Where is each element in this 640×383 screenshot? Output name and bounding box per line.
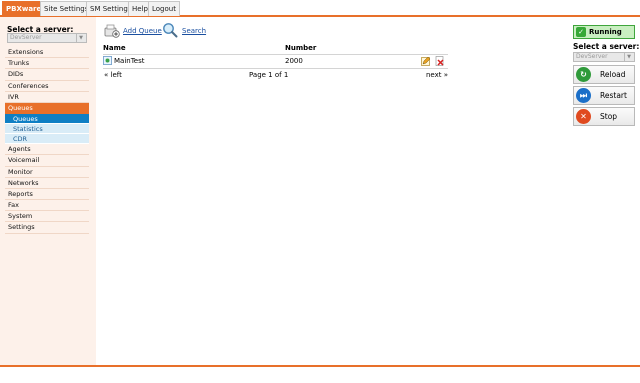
pager-page-info: Page 1 of 1 [249, 71, 289, 79]
server-control-panel: ✓ Running Select a server: DevServer ▼ ↻… [565, 17, 640, 365]
add-queue-icon[interactable] [104, 23, 120, 39]
tab-logout[interactable]: Logout [148, 1, 180, 16]
sidebar-item-system[interactable]: System [5, 211, 89, 223]
search-link[interactable]: Search [182, 27, 206, 35]
sidebar-subitem-statistics[interactable]: Statistics [5, 124, 89, 135]
check-icon: ✓ [576, 27, 586, 37]
queue-name[interactable]: MainTest [114, 57, 145, 65]
search-icon[interactable] [162, 22, 178, 38]
table-divider [103, 68, 448, 69]
sidebar-item-trunks[interactable]: Trunks [5, 58, 89, 70]
column-header-number[interactable]: Number [285, 44, 316, 52]
footer-bar [0, 365, 640, 383]
sidebar-subitem-queues[interactable]: Queues [5, 114, 89, 125]
pager-prev-link[interactable]: « left [104, 71, 122, 79]
main-content: Add Queue Search Name Number MainTest 20… [96, 17, 565, 365]
server-select[interactable]: DevServer ▼ [573, 52, 635, 62]
edit-icon[interactable] [421, 56, 431, 66]
reload-button[interactable]: ↻ Reload [573, 65, 635, 84]
reload-label: Reload [600, 70, 626, 79]
table-divider [103, 54, 448, 55]
server-select-value: DevServer [576, 53, 608, 60]
reload-icon: ↻ [576, 67, 591, 82]
sidebar-item-fax[interactable]: Fax [5, 200, 89, 212]
sidebar-item-monitor[interactable]: Monitor [5, 167, 89, 178]
stop-button[interactable]: ✕ Stop [573, 107, 635, 126]
sidebar-item-agents[interactable]: Agents [5, 144, 89, 156]
add-queue-link[interactable]: Add Queue [123, 27, 162, 35]
sidebar-item-queues[interactable]: Queues [5, 102, 89, 115]
sidebar-subitem-cdr[interactable]: CDR [5, 134, 89, 145]
chevron-down-icon: ▼ [76, 34, 85, 42]
restart-icon: ⏭ [576, 88, 591, 103]
sidebar-item-reports[interactable]: Reports [5, 189, 89, 201]
stop-label: Stop [600, 112, 618, 121]
sidebar-item-extensions[interactable]: Extensions [5, 47, 89, 59]
server-select-label: Select a server: [573, 42, 640, 51]
tab-site-settings[interactable]: Site Settings [40, 1, 93, 16]
queue-number: 2000 [285, 57, 303, 65]
sidebar-item-ivr[interactable]: IVR [5, 92, 89, 103]
delete-icon[interactable] [435, 56, 445, 66]
pager-next-link[interactable]: next » [426, 71, 448, 79]
restart-button[interactable]: ⏭ Restart [573, 86, 635, 105]
sidebar-nav: Extensions Trunks DIDs Conferences IVR Q… [5, 47, 89, 234]
queue-icon [103, 56, 112, 65]
restart-label: Restart [600, 91, 627, 100]
sidebar-item-dids[interactable]: DIDs [5, 69, 89, 81]
server-select-value: DevServer [10, 34, 42, 41]
stop-icon: ✕ [576, 109, 591, 124]
status-text: Running [589, 28, 622, 36]
chevron-down-icon: ▼ [624, 53, 633, 61]
sidebar-item-settings[interactable]: Settings [5, 222, 89, 234]
sidebar-item-voicemail[interactable]: Voicemail [5, 155, 89, 167]
sidebar: Select a server: DevServer ▼ Extensions … [0, 17, 96, 365]
tab-pbxware[interactable]: PBXware [2, 1, 46, 16]
top-navigation: PBXware Site Settings SM Settings Help L… [0, 0, 640, 17]
column-header-name[interactable]: Name [103, 44, 126, 52]
sidebar-item-conferences[interactable]: Conferences [5, 81, 89, 92]
status-badge: ✓ Running [573, 25, 635, 39]
server-select[interactable]: DevServer ▼ [7, 33, 87, 43]
sidebar-item-networks[interactable]: Networks [5, 178, 89, 189]
